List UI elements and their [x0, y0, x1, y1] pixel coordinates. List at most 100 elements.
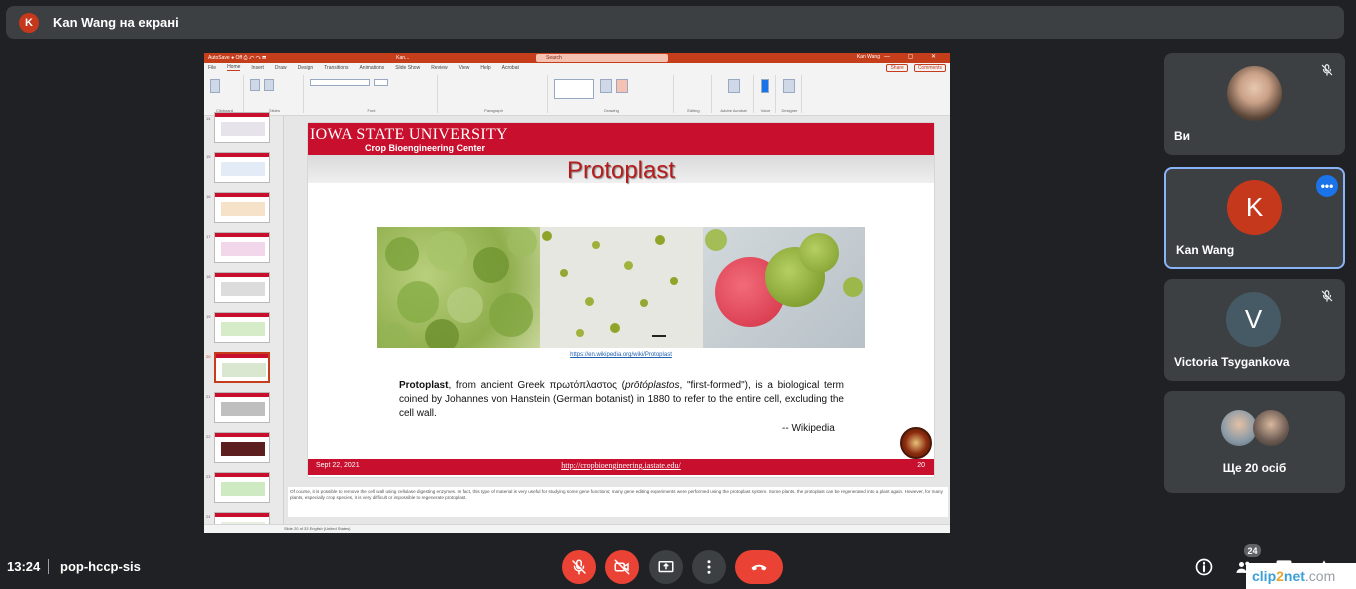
participant-tile-self[interactable]: Ви [1164, 53, 1345, 155]
slide-thumbnail[interactable] [214, 472, 270, 503]
end-call-button[interactable] [735, 550, 783, 584]
shapes-gallery[interactable] [554, 79, 594, 99]
more-vert-icon [707, 560, 711, 574]
ppt-status-bar: Slide 20 of 33 English (United States) [204, 524, 950, 533]
others-count-label: Ще 20 осіб [1222, 461, 1287, 475]
reuse-slides-icon[interactable] [264, 79, 274, 91]
mic-off-icon [572, 559, 586, 575]
others-tile[interactable]: Ще 20 осіб [1164, 391, 1345, 493]
font-size-select[interactable] [374, 79, 388, 86]
slide-thumbnails: 14 15 16 17 18 19 20 21 22 23 24 [204, 112, 284, 533]
ribbon-group-label: Font [367, 108, 376, 113]
thumb-number: 16 [206, 194, 211, 199]
speaker-notes[interactable]: Of course, it is possible to remove the … [288, 487, 948, 517]
thumb-number: 23 [206, 474, 211, 479]
slide-thumbnail[interactable] [214, 312, 270, 343]
ppt-search-box[interactable]: Search [536, 54, 668, 62]
ppt-tab[interactable]: Slide Show [395, 65, 420, 71]
avatar [1221, 410, 1257, 446]
ribbon-group-clipboard: Clipboard [206, 75, 244, 113]
font-name-select[interactable] [310, 79, 370, 86]
ppt-ribbon: Clipboard Slides Font Paragraph Drawing … [204, 72, 950, 116]
avatar [1253, 410, 1289, 446]
thumb-number: 21 [206, 394, 211, 399]
ribbon-group-acrobat: Adobe Acrobat [714, 75, 754, 113]
ppt-ribbon-tabs: File Home Insert Draw Design Transitions… [204, 63, 950, 72]
ppt-workspace: 14 15 16 17 18 19 20 21 22 23 24 Iowa St… [204, 112, 950, 533]
divider [48, 559, 49, 574]
ppt-tab[interactable]: Transitions [324, 65, 348, 71]
participant-tile-presenter[interactable]: K ••• Kan Wang [1164, 167, 1345, 269]
thumb-number: 20 [206, 354, 211, 359]
participant-tile[interactable]: V Victoria Tsygankova [1164, 279, 1345, 381]
ppt-tab[interactable]: Help [480, 65, 490, 71]
ppt-title-bar: AutoSave ● Off ⎙ ↶ ↷ ⬒ Kan... Search Kan… [204, 53, 950, 63]
body-italic: prōtóplastos [625, 380, 680, 391]
ppt-tab[interactable]: Acrobat [502, 65, 519, 71]
participant-count-badge: 24 [1244, 544, 1261, 557]
ppt-quick-access: AutoSave ● Off ⎙ ↶ ↷ ⬒ [208, 55, 267, 61]
ppt-comments-button[interactable]: Comments [913, 64, 946, 72]
attribution: -- Wikipedia [782, 423, 835, 434]
camera-toggle-button[interactable] [605, 550, 639, 584]
footer-url[interactable]: http://cropbioengineering.iastate.edu/ [308, 461, 934, 470]
slide-title: Protoplast [566, 157, 676, 184]
slide-thumbnail[interactable] [214, 112, 270, 143]
mic-off-icon [1321, 64, 1333, 76]
participant-name: Ви [1174, 129, 1191, 143]
shared-screen: AutoSave ● Off ⎙ ↶ ↷ ⬒ Kan... Search Kan… [204, 53, 950, 533]
ppt-tab[interactable]: Animations [359, 65, 384, 71]
ppt-tab-home[interactable]: Home [227, 64, 241, 71]
dictate-icon[interactable] [761, 79, 769, 93]
thumb-number: 19 [206, 314, 211, 319]
avatar [1227, 66, 1282, 121]
thumb-number: 18 [206, 274, 211, 279]
slide-thumbnail[interactable] [214, 272, 270, 303]
ribbon-group-label: Voice [760, 108, 771, 113]
ribbon-group-drawing: Drawing [550, 75, 674, 113]
ppt-tab[interactable]: Review [431, 65, 447, 71]
ribbon-group-voice: Voice [756, 75, 776, 113]
slide-thumbnail[interactable] [214, 232, 270, 263]
meeting-info-button[interactable] [1193, 556, 1215, 578]
ppt-tab[interactable]: Insert [251, 65, 264, 71]
ribbon-group-label: Drawing [604, 108, 619, 113]
paste-icon[interactable] [210, 79, 220, 93]
university-name: Iowa State University [310, 126, 508, 143]
ppt-tab[interactable]: Draw [275, 65, 287, 71]
participant-name: Kan Wang [1176, 243, 1235, 257]
ppt-tab[interactable]: File [208, 65, 216, 71]
ppt-window-controls[interactable]: — ▢ ✕ [884, 53, 944, 60]
slide-thumbnail-selected[interactable] [214, 352, 270, 383]
meeting-time: 13:24 [7, 559, 41, 574]
ribbon-group-editing: Editing [676, 75, 712, 113]
quick-styles-icon[interactable] [616, 79, 628, 93]
slide-canvas[interactable]: Iowa State University Crop Bioengineerin… [308, 123, 934, 477]
ppt-user: Kan Wang [856, 54, 880, 60]
image-source-link[interactable]: https://en.wikipedia.org/wiki/Protoplast [308, 352, 934, 358]
slide-thumbnail[interactable] [214, 192, 270, 223]
slide-thumbnail[interactable] [214, 432, 270, 463]
thumb-number: 15 [206, 154, 211, 159]
mic-toggle-button[interactable] [562, 550, 596, 584]
ribbon-group-label: Editing [687, 108, 700, 113]
create-pdf-icon[interactable] [728, 79, 740, 93]
ribbon-group-paragraph: Paragraph [440, 75, 548, 113]
slide-thumbnail[interactable] [214, 392, 270, 423]
slide-thumbnail[interactable] [214, 152, 270, 183]
body-text-a: , from ancient Greek πρωτόπλαστος ( [448, 380, 626, 391]
ppt-tab[interactable]: View [459, 65, 470, 71]
design-ideas-icon[interactable] [783, 79, 795, 93]
more-options-icon[interactable]: ••• [1316, 175, 1338, 197]
arrange-icon[interactable] [600, 79, 612, 93]
university-seal-logo [900, 427, 932, 459]
ppt-search-placeholder: Search [546, 55, 562, 61]
present-screen-button[interactable] [649, 550, 683, 584]
more-options-button[interactable] [692, 550, 726, 584]
ppt-tab[interactable]: Design [298, 65, 314, 71]
hang-up-icon [751, 564, 767, 571]
new-slide-icon[interactable] [250, 79, 260, 91]
presenter-bar: K Kan Wang на екрані [6, 6, 1344, 39]
thumb-number: 14 [206, 116, 211, 121]
ppt-share-button[interactable]: Share [886, 64, 908, 72]
